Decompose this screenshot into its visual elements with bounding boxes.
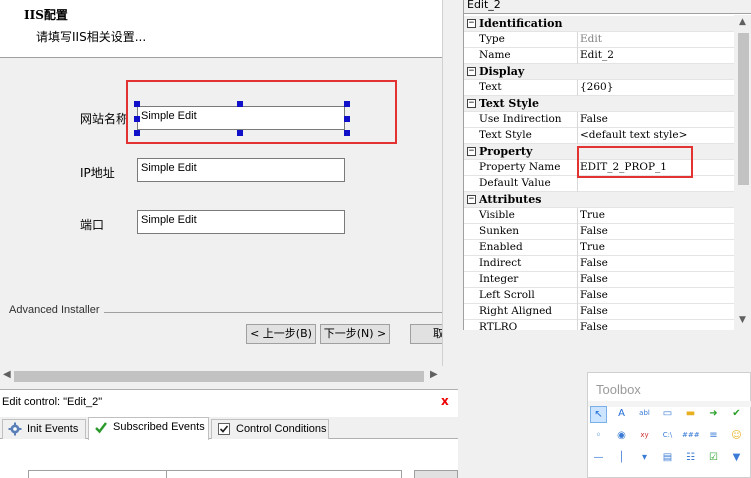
text-icon[interactable]: A <box>613 406 630 423</box>
property-row-type[interactable]: Type Edit <box>464 32 734 48</box>
designer-horizontal-scrollbar[interactable]: ◀ ▶ <box>0 366 443 386</box>
radio-icon[interactable]: ◦ <box>590 428 607 445</box>
checkbox-tool-icon[interactable]: ✔ <box>728 406 745 423</box>
events-grid[interactable] <box>28 470 402 478</box>
property-grid-object[interactable]: Edit_2 <box>464 0 751 14</box>
property-grid-scrollbar[interactable]: ▲ ▼ <box>734 15 751 330</box>
category-text-style[interactable]: − Text Style <box>464 96 734 112</box>
listbox-icon[interactable]: ▤ <box>659 450 676 467</box>
collapse-icon[interactable]: − <box>467 19 476 28</box>
checkmark-icon <box>95 422 107 434</box>
property-row-indirect[interactable]: Indirect False <box>464 256 734 272</box>
tab-control-conditions-label: Control Conditions <box>236 423 327 435</box>
ip-address-edit[interactable]: Simple Edit <box>137 158 345 182</box>
edit-box-icon[interactable]: abl <box>636 406 653 423</box>
collapse-icon[interactable]: − <box>467 147 476 156</box>
edit-control-label: Edit control: "Edit_2" <box>2 396 103 408</box>
close-icon[interactable]: x <box>441 394 449 408</box>
scroll-thumb[interactable] <box>14 371 424 382</box>
tab-init-events-label: Init Events <box>27 423 79 435</box>
dialog-header: IIS配置 请填写IIS相关设置... <box>0 0 442 58</box>
scroll-up-icon[interactable]: ▲ <box>739 17 746 27</box>
property-row-text-style[interactable]: Text Style <default text style> <box>464 128 734 144</box>
property-row-left-scroll[interactable]: Left Scroll False <box>464 288 734 304</box>
event-tabs: Init Events Subscribed Events Control Co… <box>0 417 458 440</box>
xy-icon[interactable]: xy <box>636 428 653 445</box>
tab-subscribed-events-label: Subscribed Events <box>113 421 205 433</box>
dialog-title: IIS配置 <box>24 8 68 22</box>
combo-icon[interactable]: ▾ <box>636 450 653 467</box>
toolbox-panel: Toolbox ↖ Aabl ▭ ▬ ➜ ✔ ◦ ◉ xy C:\ ### ≡ ☺ — │ ▾ ▤ ☷ ☑ ▼ <box>587 372 751 478</box>
radio-group-icon[interactable]: ◉ <box>613 428 630 445</box>
group-box-icon[interactable]: ▬ <box>682 406 699 423</box>
category-identification[interactable]: − Identification <box>464 16 734 32</box>
collapse-icon[interactable]: − <box>467 195 476 204</box>
tree-icon[interactable]: ☷ <box>682 450 699 467</box>
property-row-visible[interactable]: Visible True <box>464 208 734 224</box>
property-row-name[interactable]: Name Edit_2 <box>464 48 734 64</box>
port-edit[interactable]: Simple Edit <box>137 210 345 234</box>
property-row-use-indirection[interactable]: Use Indirection False <box>464 112 734 128</box>
next-button[interactable]: 下一步(N) > <box>320 324 390 344</box>
property-row-text[interactable]: Text {260} <box>464 80 734 96</box>
cancel-button[interactable]: 取 <box>410 324 442 344</box>
path-edit-icon[interactable]: C:\ <box>659 428 676 445</box>
property-row-rtlro[interactable]: RTLRO False <box>464 320 734 330</box>
scroll-down-icon[interactable]: ▼ <box>739 315 746 325</box>
panel-icon[interactable]: ▭ <box>659 406 676 423</box>
port-label: 端口 <box>80 218 105 232</box>
property-row-enabled[interactable]: Enabled True <box>464 240 734 256</box>
property-row-integer[interactable]: Integer False <box>464 272 734 288</box>
property-row-right-aligned[interactable]: Right Aligned False <box>464 304 734 320</box>
checkbox-icon <box>218 423 230 435</box>
dropdown-icon[interactable]: ▼ <box>728 450 745 467</box>
site-name-label: 网站名称 <box>80 112 129 126</box>
checklist-icon[interactable]: ☑ <box>705 450 722 467</box>
pointer-icon[interactable]: ↖ <box>590 406 607 423</box>
collapse-icon[interactable]: − <box>467 99 476 108</box>
highlight-box-property-name <box>577 146 693 178</box>
property-row-sunken[interactable]: Sunken False <box>464 224 734 240</box>
brand-divider <box>104 312 442 313</box>
tab-init-events[interactable]: Init Events <box>2 419 86 439</box>
back-button[interactable]: < 上一步(B) <box>246 324 316 344</box>
scroll-right-icon[interactable]: ▶ <box>430 369 438 380</box>
dialog-designer: IIS配置 请填写IIS相关设置... 网站名称 Simple Edit IP地… <box>0 0 443 366</box>
category-display[interactable]: − Display <box>464 64 734 80</box>
smiley-icon[interactable]: ☺ <box>728 428 745 445</box>
toolbox-title: Toolbox <box>596 382 641 397</box>
ip-address-label: IP地址 <box>80 166 115 180</box>
tab-subscribed-events[interactable]: Subscribed Events <box>88 417 209 440</box>
list-icon[interactable]: ≡ <box>705 428 722 445</box>
dialog-subtitle: 请填写IIS相关设置... <box>36 30 147 44</box>
property-row-default-value[interactable]: Default Value <box>464 176 734 192</box>
category-attributes[interactable]: − Attributes <box>464 192 734 208</box>
masked-edit-icon[interactable]: ### <box>682 428 700 445</box>
push-button-icon[interactable]: ➜ <box>705 406 722 423</box>
collapse-icon[interactable]: − <box>467 67 476 76</box>
scroll-left-icon[interactable]: ◀ <box>3 369 11 380</box>
highlight-box-edit <box>126 80 397 144</box>
tab-control-conditions[interactable]: Control Conditions <box>211 419 329 439</box>
line-icon[interactable]: — <box>590 450 607 467</box>
events-side-button[interactable] <box>414 470 458 478</box>
scroll-thumb[interactable] <box>738 33 749 185</box>
brand-label: Advanced Installer <box>9 304 100 316</box>
vline-icon[interactable]: │ <box>613 450 630 467</box>
gear-icon <box>8 422 22 436</box>
control-events-pane: Edit control: "Edit_2" x Init Events Sub… <box>0 389 458 478</box>
